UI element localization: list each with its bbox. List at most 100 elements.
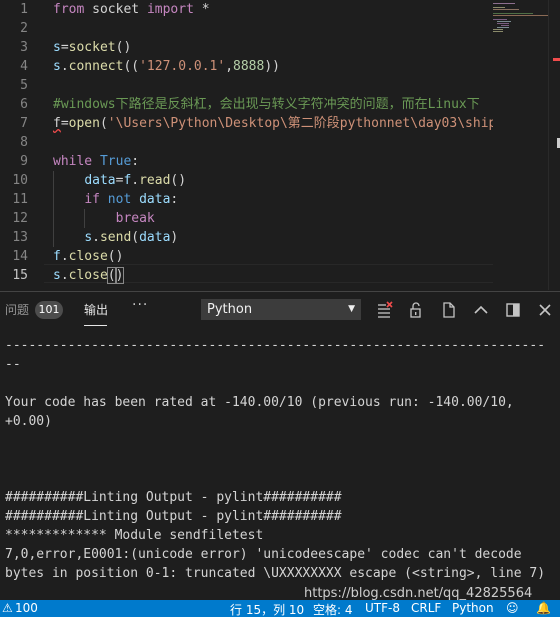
- code-token: (): [170, 173, 187, 188]
- code-token: connect: [68, 59, 124, 74]
- code-token: s: [84, 230, 93, 245]
- code-token: '\Users\Python\Desktop\第二阶段pythonnet\day…: [107, 116, 493, 131]
- line-number: 13: [12, 230, 28, 245]
- cursor-position[interactable]: 行 15，列 10: [230, 601, 304, 617]
- code-line[interactable]: f=open('\Users\Python\Desktop\第二阶段python…: [53, 114, 493, 133]
- problems-status[interactable]: 100: [15, 601, 38, 615]
- code-token: s: [53, 59, 61, 74]
- problems-count-badge: 101: [35, 301, 63, 319]
- code-token: data: [139, 192, 171, 207]
- line-number-gutter: 1 2 3 4 5 6 7 8 9 10 11 12 13 14 15: [0, 0, 44, 290]
- code-line[interactable]: s.send(data): [53, 228, 178, 247]
- code-token: (: [99, 116, 108, 131]
- encoding-status[interactable]: UTF-8: [365, 601, 400, 615]
- line-number: 3: [20, 40, 28, 55]
- code-token: .: [92, 230, 100, 245]
- maximize-panel-icon[interactable]: [472, 301, 490, 319]
- more-actions-button[interactable]: ···: [132, 297, 148, 313]
- watermark: https://blog.csdn.net/qq_42825564: [304, 586, 533, 601]
- code-token: ((: [123, 59, 140, 74]
- output-panel[interactable]: ----------------------------------------…: [0, 327, 560, 600]
- code-token: from: [53, 2, 85, 17]
- close-panel-icon[interactable]: [536, 301, 554, 319]
- code-token: s: [53, 40, 61, 55]
- output-line: ##########Linting Output - pylint#######…: [5, 490, 342, 505]
- code-token: *: [193, 2, 210, 17]
- output-line: --: [5, 357, 21, 372]
- output-line: +0.00): [5, 414, 52, 429]
- line-number: 6: [20, 97, 28, 112]
- code-token: f: [53, 249, 61, 264]
- line-number: 7: [20, 116, 28, 131]
- line-number: 15: [12, 268, 28, 283]
- code-line[interactable]: data=f.read(): [53, 171, 186, 190]
- code-line[interactable]: f.close(): [53, 247, 123, 266]
- warning-icon[interactable]: ⚠: [2, 601, 13, 615]
- clear-output-icon[interactable]: [376, 301, 394, 319]
- code-token: ): [170, 230, 179, 245]
- line-number: 10: [12, 173, 28, 188]
- code-token: ,: [225, 59, 234, 74]
- output-line: ##########Linting Output - pylint#######…: [5, 509, 342, 524]
- line-number: 14: [12, 249, 28, 264]
- minimap[interactable]: [493, 0, 548, 290]
- code-token: #windows下路径是反斜杠，会出现与转义字符冲突的问题，而在Linux下: [53, 97, 480, 112]
- indentation-status[interactable]: 空格: 4: [313, 601, 353, 617]
- editor-vertical-scrollbar[interactable]: [548, 0, 560, 290]
- code-editor[interactable]: 1 2 3 4 5 6 7 8 9 10 11 12 13 14 15 from socket import…: [0, 0, 560, 290]
- code-token: (: [106, 267, 117, 284]
- code-token: send: [99, 230, 132, 245]
- code-token: import: [146, 2, 194, 17]
- code-token: break: [115, 211, 155, 226]
- code-line[interactable]: from socket import *: [53, 0, 210, 19]
- tab-problems[interactable]: 问题: [5, 301, 29, 318]
- split-layout-icon[interactable]: [504, 301, 522, 319]
- tab-output[interactable]: 输出: [84, 301, 108, 318]
- line-number: 12: [12, 211, 28, 226]
- output-channel-select[interactable]: Python ▼: [201, 299, 361, 320]
- line-number: 2: [20, 21, 28, 36]
- code-token: 8888: [233, 59, 265, 74]
- code-token: f: [53, 116, 61, 131]
- code-token: ): [114, 267, 125, 284]
- lock-scroll-icon[interactable]: [408, 301, 426, 319]
- feedback-smiley-icon[interactable]: ☺: [506, 601, 519, 615]
- code-token: while: [53, 154, 93, 169]
- code-token: s: [53, 268, 61, 283]
- code-token: (): [107, 249, 124, 264]
- code-line[interactable]: while True:: [53, 152, 139, 171]
- code-token: open: [68, 116, 100, 131]
- language-status[interactable]: Python: [452, 601, 494, 615]
- editor-horizontal-scrollbar[interactable]: [53, 283, 493, 290]
- chevron-down-icon: ▼: [348, 304, 355, 314]
- code-token: .: [60, 268, 69, 283]
- code-line[interactable]: s.connect(('127.0.0.1',8888)): [53, 57, 280, 76]
- code-line[interactable]: break: [53, 209, 155, 228]
- line-number: 4: [20, 59, 28, 74]
- code-token: read: [139, 173, 171, 188]
- code-token: if: [84, 192, 100, 207]
- code-line[interactable]: s=socket(): [53, 38, 131, 57]
- line-number: 9: [20, 154, 28, 169]
- code-token: '127.0.0.1': [139, 59, 226, 74]
- code-line[interactable]: if not data:: [53, 190, 178, 209]
- code-token: )): [264, 59, 280, 74]
- status-bar: ⚠ 100 行 15，列 10 空格: 4 UTF-8 CRLF Python …: [0, 600, 560, 617]
- line-number: 11: [12, 192, 28, 207]
- code-token: =: [60, 116, 69, 131]
- panel-header: 问题 101 输出 ··· Python ▼: [0, 291, 560, 327]
- code-token: :: [170, 192, 179, 207]
- eol-status[interactable]: CRLF: [411, 601, 441, 615]
- line-number: 1: [20, 2, 28, 17]
- code-line[interactable]: #windows下路径是反斜杠，会出现与转义字符冲突的问题，而在Linux下: [53, 95, 480, 114]
- open-log-icon[interactable]: [440, 301, 458, 319]
- code-area[interactable]: from socket import * s=socket() s.connect(…: [53, 0, 493, 290]
- notification-bell-icon[interactable]: 🔔: [536, 601, 551, 615]
